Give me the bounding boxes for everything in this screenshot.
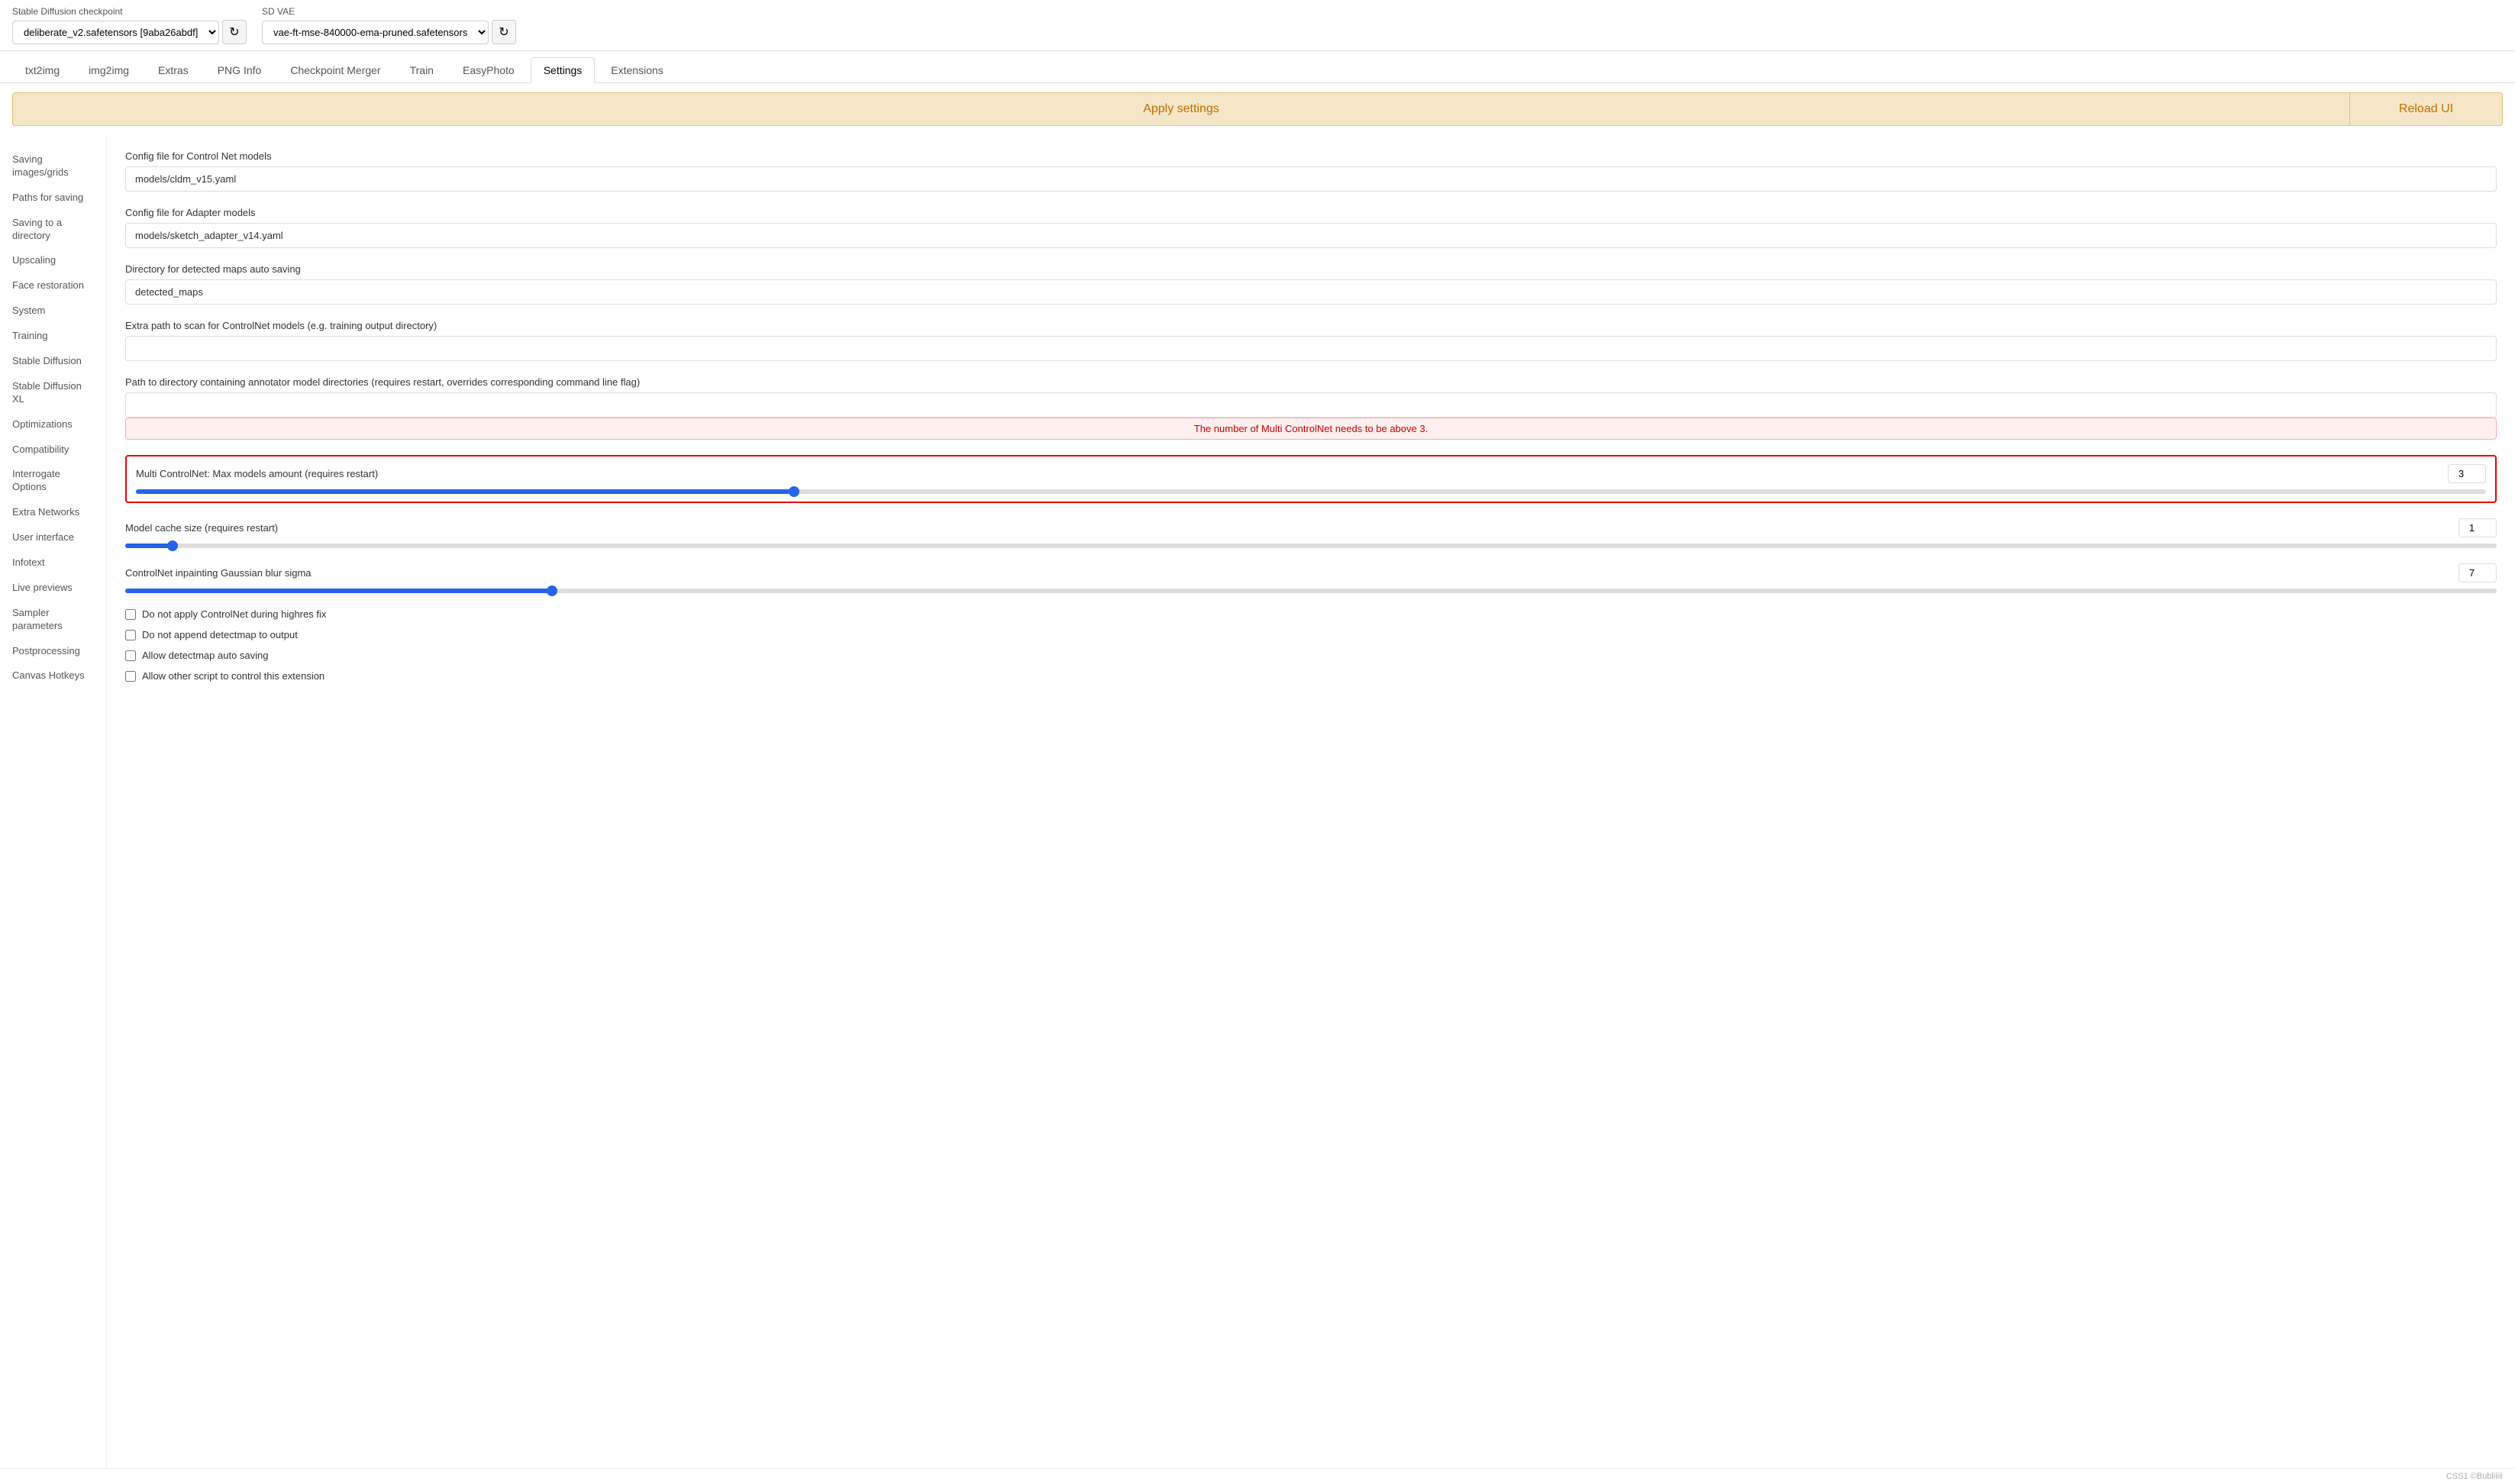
auto-saving-label[interactable]: Allow detectmap auto saving — [142, 650, 268, 661]
vae-field: SD VAE vae-ft-mse-840000-ema-pruned.safe… — [262, 6, 516, 44]
multi-controlnet-fill — [136, 489, 794, 494]
annotator-path-label: Path to directory containing annotator m… — [125, 376, 2497, 388]
tab-txt2img[interactable]: txt2img — [12, 57, 73, 82]
sidebar-item-saving-images[interactable]: Saving images/grids — [0, 147, 106, 186]
content-area: Config file for Control Net models Confi… — [107, 135, 2515, 1468]
model-cache-label: Model cache size (requires restart) — [125, 522, 278, 534]
tab-settings[interactable]: Settings — [531, 57, 596, 83]
controlnet-config-row: Config file for Control Net models — [125, 150, 2497, 192]
gaussian-blur-thumb[interactable] — [547, 586, 557, 596]
tab-extras[interactable]: Extras — [145, 57, 202, 82]
sidebar-item-training[interactable]: Training — [0, 324, 106, 349]
checkpoint-field: Stable Diffusion checkpoint deliberate_v… — [12, 6, 247, 44]
model-cache-value-input[interactable] — [2459, 518, 2497, 537]
reload-ui-button[interactable]: Reload UI — [2350, 92, 2503, 126]
detected-maps-input[interactable] — [125, 279, 2497, 305]
sidebar-item-saving-directory[interactable]: Saving to a directory — [0, 211, 106, 249]
sidebar-item-face-restoration[interactable]: Face restoration — [0, 273, 106, 298]
sidebar-item-canvas-hotkeys[interactable]: Canvas Hotkeys — [0, 663, 106, 689]
tab-checkpoint-merger[interactable]: Checkpoint Merger — [277, 57, 393, 82]
detected-maps-row: Directory for detected maps auto saving — [125, 263, 2497, 305]
no-detectmap-row: Do not append detectmap to output — [125, 629, 2497, 640]
sidebar-item-user-interface[interactable]: User interface — [0, 525, 106, 550]
gaussian-blur-header: ControlNet inpainting Gaussian blur sigm… — [125, 563, 2497, 582]
checkpoint-label: Stable Diffusion checkpoint — [12, 6, 247, 17]
adapter-config-input[interactable] — [125, 223, 2497, 248]
action-bar: Apply settings Reload UI — [0, 83, 2515, 135]
no-detectmap-checkbox[interactable] — [125, 630, 136, 640]
allow-script-checkbox[interactable] — [125, 671, 136, 682]
multi-controlnet-track[interactable] — [136, 489, 2486, 494]
multi-controlnet-thumb[interactable] — [789, 486, 799, 497]
extra-path-label: Extra path to scan for ControlNet models… — [125, 320, 2497, 331]
sidebar-item-infotext[interactable]: Infotext — [0, 550, 106, 576]
nav-tabs: txt2img img2img Extras PNG Info Checkpoi… — [0, 51, 2515, 83]
auto-saving-row: Allow detectmap auto saving — [125, 650, 2497, 661]
top-bar: Stable Diffusion checkpoint deliberate_v… — [0, 0, 2515, 51]
annotator-path-input[interactable] — [125, 392, 2497, 418]
model-cache-header: Model cache size (requires restart) — [125, 518, 2497, 537]
gaussian-blur-fill — [125, 589, 552, 593]
model-cache-row: Model cache size (requires restart) — [125, 518, 2497, 548]
controlnet-config-label: Config file for Control Net models — [125, 150, 2497, 162]
sidebar-item-live-previews[interactable]: Live previews — [0, 576, 106, 601]
sidebar-item-sampler-parameters[interactable]: Sampler parameters — [0, 601, 106, 639]
gaussian-blur-label: ControlNet inpainting Gaussian blur sigm… — [125, 567, 312, 579]
vae-label: SD VAE — [262, 6, 516, 17]
gaussian-blur-value-input[interactable] — [2459, 563, 2497, 582]
checkpoint-refresh-button[interactable]: ↻ — [222, 20, 247, 44]
sidebar-item-interrogate[interactable]: Interrogate Options — [0, 462, 106, 500]
sidebar-item-paths-saving[interactable]: Paths for saving — [0, 186, 106, 211]
tab-train[interactable]: Train — [397, 57, 447, 82]
sidebar-item-compatibility[interactable]: Compatibility — [0, 437, 106, 463]
no-detectmap-label[interactable]: Do not append detectmap to output — [142, 629, 298, 640]
detected-maps-label: Directory for detected maps auto saving — [125, 263, 2497, 275]
gaussian-blur-row: ControlNet inpainting Gaussian blur sigm… — [125, 563, 2497, 593]
sidebar-item-extra-networks[interactable]: Extra Networks — [0, 500, 106, 525]
tab-extensions[interactable]: Extensions — [598, 57, 676, 82]
footer: CSS1 ©Bubliiiii — [0, 1468, 2515, 1484]
footer-text: CSS1 ©Bubliiiii — [2446, 1472, 2503, 1481]
sidebar-item-optimizations[interactable]: Optimizations — [0, 412, 106, 437]
sidebar-item-system[interactable]: System — [0, 298, 106, 324]
vae-select[interactable]: vae-ft-mse-840000-ema-pruned.safetensors — [262, 21, 489, 44]
main-layout: Saving images/grids Paths for saving Sav… — [0, 135, 2515, 1468]
controlnet-config-input[interactable] — [125, 166, 2497, 192]
annotator-path-row: Path to directory containing annotator m… — [125, 376, 2497, 440]
vae-wrapper: vae-ft-mse-840000-ema-pruned.safetensors… — [262, 20, 516, 44]
sidebar-item-stable-diffusion-xl[interactable]: Stable Diffusion XL — [0, 374, 106, 412]
no-highres-row: Do not apply ControlNet during highres f… — [125, 608, 2497, 620]
apply-settings-button[interactable]: Apply settings — [12, 92, 2350, 126]
tab-png-info[interactable]: PNG Info — [205, 57, 275, 82]
checkpoint-select[interactable]: deliberate_v2.safetensors [9aba26abdf] — [12, 21, 219, 44]
sidebar: Saving images/grids Paths for saving Sav… — [0, 135, 107, 1468]
tab-img2img[interactable]: img2img — [76, 57, 142, 82]
gaussian-blur-track[interactable] — [125, 589, 2497, 593]
multi-controlnet-header: Multi ControlNet: Max models amount (req… — [136, 464, 2486, 483]
sidebar-item-stable-diffusion[interactable]: Stable Diffusion — [0, 349, 106, 374]
no-highres-label[interactable]: Do not apply ControlNet during highres f… — [142, 608, 326, 620]
model-cache-fill — [125, 544, 173, 548]
adapter-config-row: Config file for Adapter models — [125, 207, 2497, 248]
multi-controlnet-row: Multi ControlNet: Max models amount (req… — [125, 455, 2497, 503]
vae-refresh-button[interactable]: ↻ — [492, 20, 516, 44]
allow-script-label[interactable]: Allow other script to control this exten… — [142, 670, 324, 682]
model-cache-track[interactable] — [125, 544, 2497, 548]
no-highres-checkbox[interactable] — [125, 609, 136, 620]
extra-path-input[interactable] — [125, 336, 2497, 361]
sidebar-item-postprocessing[interactable]: Postprocessing — [0, 639, 106, 664]
multi-controlnet-value-input[interactable] — [2448, 464, 2486, 483]
tab-easyphoto[interactable]: EasyPhoto — [450, 57, 528, 82]
checkpoint-wrapper: deliberate_v2.safetensors [9aba26abdf] ↻ — [12, 20, 247, 44]
allow-script-row: Allow other script to control this exten… — [125, 670, 2497, 682]
extra-path-row: Extra path to scan for ControlNet models… — [125, 320, 2497, 361]
model-cache-thumb[interactable] — [167, 540, 178, 551]
sidebar-item-upscaling[interactable]: Upscaling — [0, 248, 106, 273]
error-message: The number of Multi ControlNet needs to … — [125, 418, 2497, 440]
multi-controlnet-label: Multi ControlNet: Max models amount (req… — [136, 468, 378, 479]
auto-saving-checkbox[interactable] — [125, 650, 136, 661]
adapter-config-label: Config file for Adapter models — [125, 207, 2497, 218]
